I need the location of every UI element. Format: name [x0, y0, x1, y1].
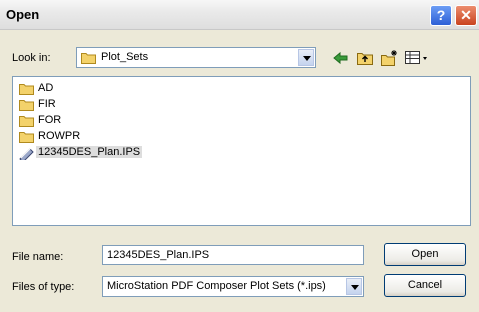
new-folder-icon[interactable] [380, 49, 398, 67]
list-item-label: FOR [38, 114, 62, 126]
chevron-down-icon[interactable] [298, 49, 314, 66]
folder-icon [19, 132, 34, 143]
folder-icon [19, 116, 34, 127]
file-list[interactable]: AD FIR FOR ROWPR 12345DES_Plan.IPS [12, 76, 471, 226]
look-in-value: Plot_Sets [101, 51, 149, 63]
chevron-down-icon[interactable] [346, 278, 362, 295]
open-button[interactable]: Open [384, 243, 466, 266]
up-folder-icon[interactable] [356, 49, 374, 67]
help-button[interactable]: ? [430, 5, 452, 26]
views-menu-icon[interactable] [404, 49, 430, 67]
list-item-label: 12345DES_Plan.IPS [36, 146, 143, 158]
list-item-label: FIR [38, 98, 56, 110]
file-type-value: MicroStation PDF Composer Plot Sets (*.i… [107, 280, 326, 292]
list-item-label: ROWPR [38, 130, 81, 142]
list-item-label: AD [38, 82, 54, 94]
close-button[interactable]: ✕ [455, 5, 477, 26]
folder-icon [81, 53, 96, 64]
plot-file-icon [19, 147, 34, 160]
look-in-dropdown[interactable]: Plot_Sets [76, 47, 316, 68]
title-bar[interactable]: Open ? ✕ [0, 0, 479, 30]
file-name-input[interactable] [102, 245, 364, 265]
file-type-dropdown[interactable]: MicroStation PDF Composer Plot Sets (*.i… [102, 276, 364, 297]
look-in-label: Look in: [12, 52, 51, 64]
file-type-label: Files of type: [12, 281, 75, 293]
file-name-label: File name: [12, 251, 64, 263]
folder-icon [19, 100, 34, 111]
cancel-button[interactable]: Cancel [384, 274, 466, 297]
back-arrow-icon[interactable] [332, 49, 350, 67]
window-title: Open [6, 7, 40, 22]
folder-icon [19, 84, 34, 95]
